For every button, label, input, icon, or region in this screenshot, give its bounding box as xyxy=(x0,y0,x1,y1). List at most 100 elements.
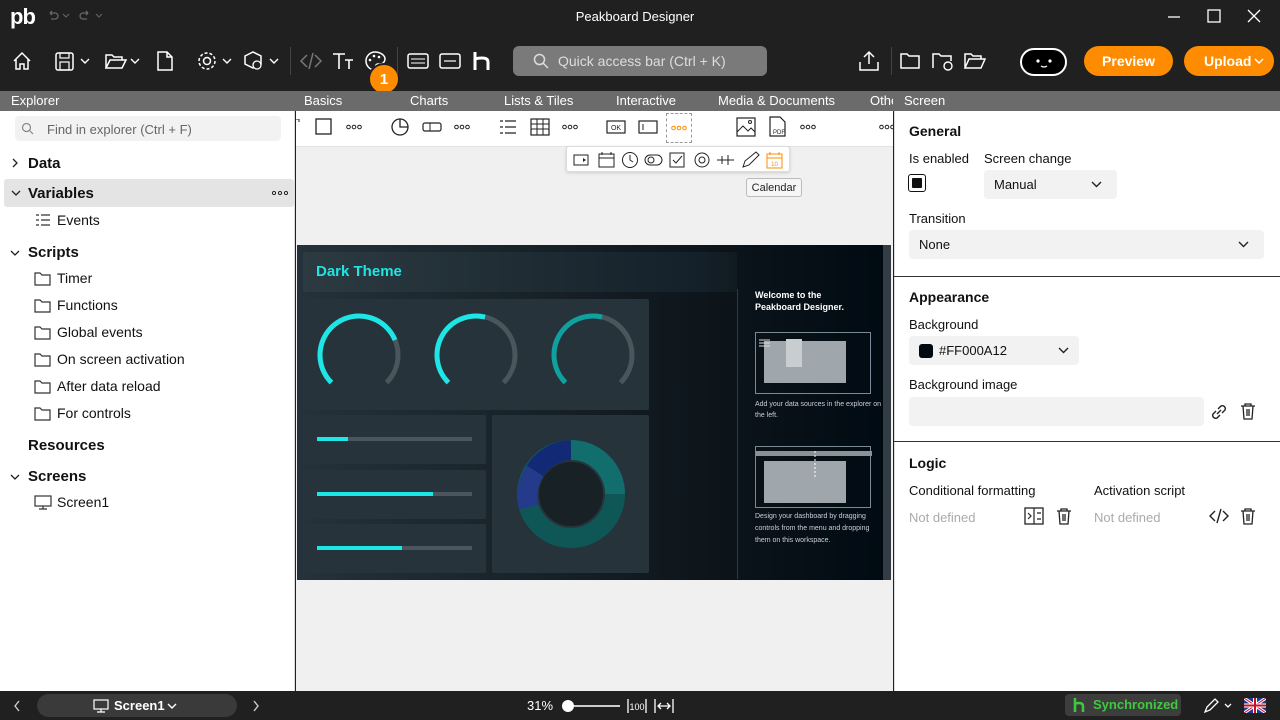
is-enabled-checkbox[interactable] xyxy=(908,174,926,192)
toggle-control-icon[interactable] xyxy=(644,154,663,166)
tree-variables[interactable]: Variables xyxy=(4,179,294,207)
progress-track xyxy=(317,546,472,550)
more-others-icon[interactable] xyxy=(879,124,895,130)
trash-icon[interactable] xyxy=(1056,507,1072,525)
tab-media-documents[interactable]: Media & Documents xyxy=(718,93,835,108)
edge-device-icon[interactable] xyxy=(438,49,462,73)
box-settings-menu-button[interactable] xyxy=(242,49,282,73)
pdf-control-icon[interactable]: PDF xyxy=(768,116,788,138)
progress-track xyxy=(317,492,472,496)
tree-scripts[interactable]: Scripts xyxy=(0,239,295,265)
tree-functions[interactable]: Functions xyxy=(0,292,295,318)
donut-tile xyxy=(492,415,649,573)
controls-ribbon: OK PDF xyxy=(296,111,895,147)
pie-chart-icon[interactable] xyxy=(390,117,410,137)
radio-control-icon[interactable] xyxy=(694,152,710,168)
fit-width-icon[interactable] xyxy=(654,698,674,714)
more-basics-icon[interactable] xyxy=(346,124,362,130)
zoom-slider-thumb[interactable] xyxy=(562,700,574,712)
canvas-area[interactable]: OK PDF 10 Calendar Dark Theme Welcome to… xyxy=(296,111,895,691)
tab-interactive[interactable]: Interactive xyxy=(616,93,676,108)
close-icon[interactable] xyxy=(1247,9,1261,23)
home-icon[interactable] xyxy=(10,49,34,73)
chevron-down-icon[interactable] xyxy=(1224,703,1232,709)
new-file-icon[interactable] xyxy=(154,49,176,73)
sync-status[interactable]: Synchronized xyxy=(1065,694,1181,716)
tree-screen1[interactable]: Screen1 xyxy=(0,489,295,515)
more-lists-icon[interactable] xyxy=(562,124,578,130)
tab-others[interactable]: Othe xyxy=(870,93,893,108)
quick-access-placeholder: Quick access bar (Ctrl + K) xyxy=(558,53,726,69)
image-control-icon[interactable] xyxy=(736,117,756,137)
code-icon[interactable] xyxy=(1208,507,1230,525)
zoom-100-icon[interactable]: 100 xyxy=(627,698,647,714)
clock-icon[interactable] xyxy=(622,152,638,168)
tab-lists-tiles[interactable]: Lists & Tiles xyxy=(504,93,573,108)
textbox-control-icon[interactable] xyxy=(638,120,658,134)
tree-after-data-reload[interactable]: After data reload xyxy=(0,373,295,399)
progress-fill xyxy=(317,546,402,550)
slider-control-icon[interactable] xyxy=(717,155,734,165)
screen-selector[interactable]: Screen1 xyxy=(37,694,237,717)
text-styles-icon[interactable] xyxy=(331,49,357,73)
more-media-icon[interactable] xyxy=(800,124,816,130)
trash-icon[interactable] xyxy=(1240,507,1256,525)
chevron-right-icon[interactable] xyxy=(252,700,260,712)
calendar-control-icon[interactable]: 10 xyxy=(766,152,783,169)
screen-preview[interactable]: Dark Theme Welcome to the Peakboard Desi… xyxy=(297,245,891,580)
table-control-icon[interactable] xyxy=(530,118,550,136)
minimize-icon[interactable] xyxy=(1167,9,1181,25)
screen-change-select[interactable]: Manual xyxy=(984,170,1117,199)
maximize-icon[interactable] xyxy=(1207,9,1221,23)
tree-on-screen-activation[interactable]: On screen activation xyxy=(0,346,295,372)
brush-icon[interactable] xyxy=(1203,698,1219,714)
button-control-icon[interactable]: OK xyxy=(606,120,626,134)
tree-screens[interactable]: Screens xyxy=(0,463,295,489)
tree-for-controls[interactable]: For controls xyxy=(0,400,295,426)
folder-icon[interactable] xyxy=(899,49,923,73)
date-picker-icon[interactable] xyxy=(598,152,615,168)
transition-value: None xyxy=(919,237,951,252)
preview-scrollbar[interactable] xyxy=(883,245,891,580)
rectangle-control-icon[interactable] xyxy=(315,118,333,136)
tree-resources[interactable]: Resources xyxy=(0,432,295,458)
search-icon xyxy=(21,122,34,135)
tab-charts[interactable]: Charts xyxy=(410,93,448,108)
uk-flag-icon[interactable] xyxy=(1244,698,1266,713)
more-interactive-button[interactable] xyxy=(666,113,692,143)
checkbox-control-icon[interactable] xyxy=(669,152,685,168)
video-control-icon[interactable] xyxy=(573,154,589,166)
list-control-icon[interactable] xyxy=(499,118,517,136)
preview-button[interactable]: Preview xyxy=(1084,46,1173,76)
explorer-search[interactable]: Find in explorer (Ctrl + F) xyxy=(15,116,281,141)
chevron-down-icon xyxy=(1091,181,1102,188)
tree-data[interactable]: Data xyxy=(0,150,295,176)
chevron-left-icon[interactable] xyxy=(13,700,21,712)
upload-button[interactable]: Upload xyxy=(1184,46,1274,76)
peakboard-box-icon[interactable] xyxy=(406,49,430,73)
folder-open-icon[interactable] xyxy=(963,49,987,73)
open-menu-button[interactable] xyxy=(104,49,144,73)
quick-access-bar[interactable]: Quick access bar (Ctrl + K) xyxy=(513,46,767,76)
conditional-formatting-edit-icon[interactable] xyxy=(1024,507,1044,525)
background-image-input[interactable] xyxy=(909,397,1204,426)
save-menu-button[interactable] xyxy=(54,49,94,73)
color-swatch xyxy=(919,343,933,358)
pen-control-icon[interactable] xyxy=(742,151,760,168)
transition-select[interactable]: None xyxy=(909,230,1264,259)
more-charts-icon[interactable] xyxy=(454,124,470,130)
progress-bar-icon[interactable] xyxy=(422,121,442,133)
link-icon[interactable] xyxy=(1209,403,1229,421)
background-color-select[interactable]: #FF000A12 xyxy=(909,336,1079,365)
tree-global-events[interactable]: Global events xyxy=(0,319,295,345)
assistant-toggle[interactable] xyxy=(1020,48,1067,76)
export-icon[interactable] xyxy=(857,49,881,73)
chevron-down-icon xyxy=(10,474,20,480)
hub-icon[interactable] xyxy=(470,49,494,73)
tree-events[interactable]: Events xyxy=(0,207,295,233)
trash-icon[interactable] xyxy=(1240,402,1256,420)
settings-menu-button[interactable] xyxy=(196,49,236,73)
tree-timer[interactable]: Timer xyxy=(0,265,295,291)
folder-settings-icon[interactable] xyxy=(931,49,955,73)
tab-basics[interactable]: Basics xyxy=(304,93,342,108)
